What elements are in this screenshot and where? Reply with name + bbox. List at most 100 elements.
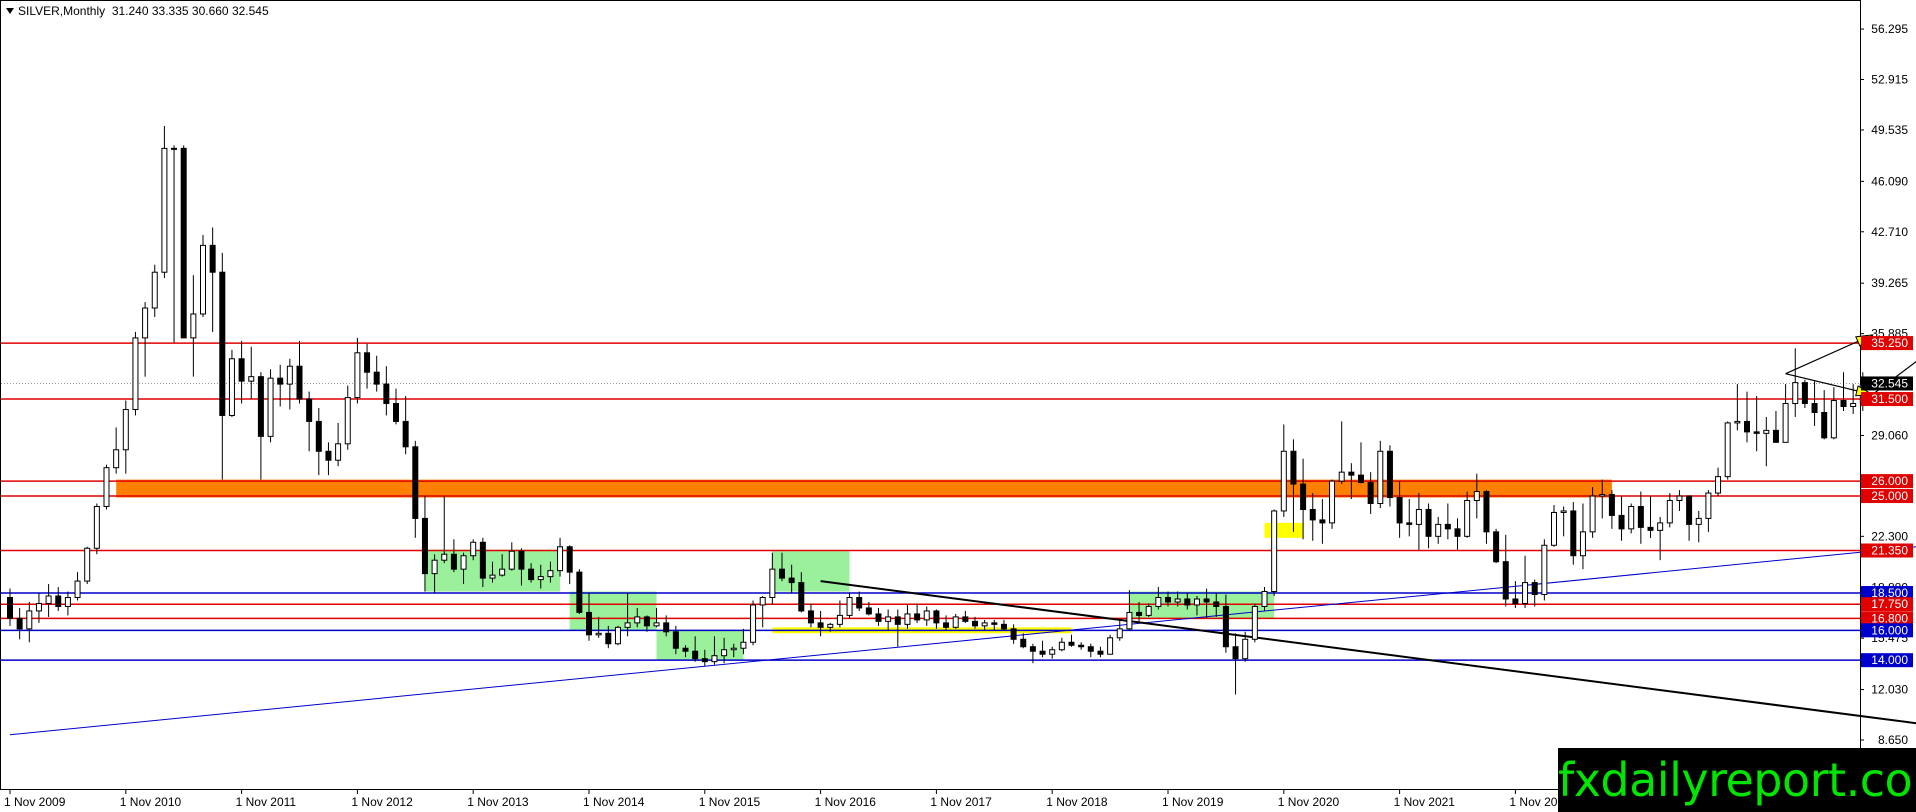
x-tick-label: 1 Nov 2016	[815, 795, 877, 809]
bear-candle-body	[1087, 646, 1094, 652]
bear-candle-body	[1136, 611, 1143, 616]
bear-candle-body	[586, 611, 592, 636]
bear-candle-body	[1454, 528, 1461, 537]
level-tag: 35.250	[1861, 336, 1913, 351]
bear-candle-body	[180, 147, 187, 339]
bull-candle-body	[1657, 522, 1664, 531]
dropdown-triangle-icon[interactable]	[6, 8, 14, 14]
x-tick-label: 1 Nov 2014	[583, 795, 645, 809]
bull-candle-body	[547, 570, 554, 578]
bull-candle-body	[1522, 582, 1529, 604]
bear-candle-body	[1213, 601, 1220, 607]
bull-candle-body	[26, 610, 33, 630]
bear-candle-body	[1753, 431, 1760, 434]
bear-candle-body	[238, 358, 245, 382]
bull-candle-body	[1734, 420, 1741, 424]
bear-candle-body	[1309, 508, 1316, 521]
candle	[1386, 445, 1393, 507]
bull-candle-body	[1589, 495, 1596, 533]
bull-candle-body	[1724, 422, 1731, 478]
bull-candle-body	[1155, 597, 1162, 607]
bear-candle-body	[972, 620, 978, 627]
bull-candle-body	[614, 626, 621, 645]
candle	[614, 625, 621, 646]
bull-candle-body	[595, 632, 602, 636]
candle	[1570, 502, 1577, 565]
bull-candle-body	[1174, 598, 1181, 603]
bear-candle-body	[1570, 510, 1577, 557]
bear-candle-body	[914, 613, 921, 621]
bull-candle-body	[1666, 500, 1673, 524]
bear-candle-body	[421, 517, 428, 575]
bull-candle-body	[740, 641, 747, 649]
bull-candle-body	[74, 580, 81, 599]
bear-candle-body	[1203, 598, 1210, 603]
bull-candle-body	[1049, 649, 1056, 655]
candle	[1493, 528, 1500, 564]
x-tick-label: 1 Nov 2012	[351, 795, 413, 809]
bull-candle-body	[1850, 403, 1857, 408]
bull-candle-body	[354, 352, 361, 399]
bull-candle-body	[1145, 605, 1152, 616]
x-tick-label: 1 Nov 2017	[930, 795, 992, 809]
bull-candle-body	[846, 597, 853, 616]
price-chart[interactable]: 56.29552.91549.53546.09042.71039.26535.8…	[0, 0, 1916, 812]
bull-candle-body	[923, 610, 930, 621]
bear-candle-body	[1367, 482, 1374, 504]
level-tag: 21.350	[1861, 543, 1913, 558]
bull-candle-body	[1193, 598, 1200, 606]
candle	[1271, 509, 1278, 597]
plot-border	[0, 0, 1861, 790]
bear-candle-body	[1483, 491, 1490, 533]
x-tick-label: 1 Nov 2010	[120, 795, 182, 809]
bull-candle-body	[1628, 505, 1635, 530]
x-tick-label: 1 Nov 2019	[1162, 795, 1224, 809]
bull-candle-body	[93, 505, 100, 549]
y-tick-label: 39.265	[1871, 276, 1908, 290]
bear-candle-body	[1444, 523, 1451, 530]
candle	[161, 125, 168, 279]
bear-candle-body	[325, 450, 332, 461]
bull-candle-body	[836, 614, 843, 625]
bear-candle-body	[1531, 582, 1538, 596]
bear-candle-body	[479, 541, 486, 579]
bear-candle-body	[1358, 474, 1364, 484]
bear-candle-body	[1319, 519, 1326, 524]
bull-candle-body	[1107, 637, 1114, 655]
x-tick-label: 1 Nov 2020	[1278, 795, 1340, 809]
level-tag: 14.000	[1861, 653, 1913, 668]
green-zone	[656, 630, 744, 661]
bear-candle-body	[643, 616, 650, 627]
bear-candle-body	[1078, 644, 1085, 648]
bear-candle-body	[865, 607, 872, 615]
bear-candle-body	[393, 403, 399, 422]
bull-candle-body	[84, 547, 91, 582]
bull-candle-body	[470, 541, 477, 557]
bull-candle-body	[113, 449, 120, 469]
bull-candle-body	[1280, 450, 1287, 512]
candle	[84, 546, 91, 585]
bull-candle-body	[750, 604, 757, 643]
bull-candle-body	[1126, 611, 1133, 630]
bull-candle-body	[1695, 517, 1702, 525]
bear-candle-body	[894, 616, 901, 625]
bear-candle-body	[576, 571, 583, 613]
level-tag: 26.000	[1861, 474, 1913, 489]
bull-candle-body	[711, 655, 718, 663]
level-tag-label: 25.000	[1871, 489, 1908, 503]
candle	[1801, 379, 1808, 409]
bear-candle-body	[383, 383, 390, 405]
bear-candle-body	[1290, 450, 1297, 485]
y-tick-label: 22.300	[1871, 529, 1908, 543]
bear-candle-body	[1068, 641, 1075, 646]
bear-candle-body	[672, 631, 679, 649]
bull-candle-body	[1271, 510, 1278, 593]
bull-candle-body	[1473, 491, 1480, 502]
x-tick-label: 1 Nov 2013	[467, 795, 529, 809]
bear-candle-body	[55, 595, 62, 607]
level-tag: 31.500	[1861, 392, 1913, 407]
bear-candle-body	[1425, 508, 1432, 537]
bull-candle-body	[1338, 471, 1345, 482]
bear-candle-body	[1232, 646, 1239, 660]
bull-candle-body	[344, 397, 351, 445]
